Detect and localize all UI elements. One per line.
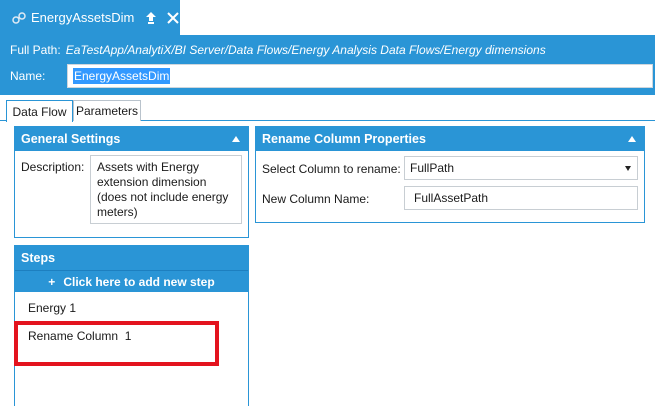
description-line: (does not include energy (97, 190, 229, 204)
rename-column-header: Rename Column Properties (256, 127, 644, 151)
new-column-name-value: FullAssetPath (414, 191, 489, 205)
rename-column-title: Rename Column Properties (262, 132, 426, 146)
full-path-label: Full Path: (10, 43, 61, 57)
document-tab-bar: EnergyAssetsDim (0, 0, 655, 35)
name-label: Name: (10, 69, 46, 83)
collapse-up-icon[interactable] (628, 135, 636, 143)
highlight-box (14, 321, 219, 366)
dataflow-icon (12, 11, 26, 25)
description-label: Description: (21, 160, 85, 174)
document-tab[interactable]: EnergyAssetsDim (0, 0, 180, 35)
pin-icon[interactable] (144, 10, 158, 26)
select-column-dropdown[interactable]: FullPath (404, 156, 638, 180)
description-line: meters) (97, 205, 138, 219)
close-icon[interactable] (166, 11, 180, 25)
name-input[interactable]: EnergyAssetsDim (67, 64, 653, 88)
general-settings-title: General Settings (21, 132, 121, 146)
add-step-button[interactable]: + Click here to add new step (15, 270, 248, 292)
name-input-value: EnergyAssetsDim (73, 68, 171, 84)
add-step-label: Click here to add new step (63, 274, 215, 289)
collapse-up-icon[interactable] (232, 135, 240, 143)
rename-column-panel: Rename Column Properties Select Column t… (255, 126, 645, 223)
document-tab-title: EnergyAssetsDim (31, 10, 135, 25)
tab-parameters-label: Parameters (75, 104, 139, 118)
full-path-value: EaTestApp/AnalytiX/BI Server/Data Flows/… (65, 43, 546, 57)
subtab-bar: Data Flow Parameters (0, 100, 655, 122)
select-column-value: FullPath (410, 161, 455, 175)
tab-parameters[interactable]: Parameters (73, 100, 141, 121)
new-column-name-input[interactable]: FullAssetPath (404, 186, 638, 210)
select-column-label: Select Column to rename: (262, 162, 401, 176)
tab-data-flow-label: Data Flow (12, 104, 67, 119)
general-settings-header: General Settings (15, 127, 248, 151)
new-column-name-label: New Column Name: (262, 192, 370, 206)
header-panel: Full Path: EaTestApp/AnalytiX/BI Server/D… (0, 35, 655, 95)
description-line: Assets with Energy (97, 160, 200, 174)
general-settings-panel: General Settings Description: Assets wit… (14, 126, 249, 238)
tab-data-flow[interactable]: Data Flow (6, 100, 73, 122)
full-path: Full Path: EaTestApp/AnalytiX/BI Server/D… (10, 43, 546, 57)
steps-header: Steps (15, 246, 248, 270)
description-line: extension dimension (97, 175, 207, 189)
steps-title: Steps (21, 251, 56, 265)
plus-icon: + (48, 274, 56, 289)
step-item-energy[interactable]: Energy 1 (28, 301, 76, 315)
chevron-down-icon (625, 166, 631, 171)
description-textarea[interactable]: Assets with Energy extension dimension (… (90, 155, 242, 224)
